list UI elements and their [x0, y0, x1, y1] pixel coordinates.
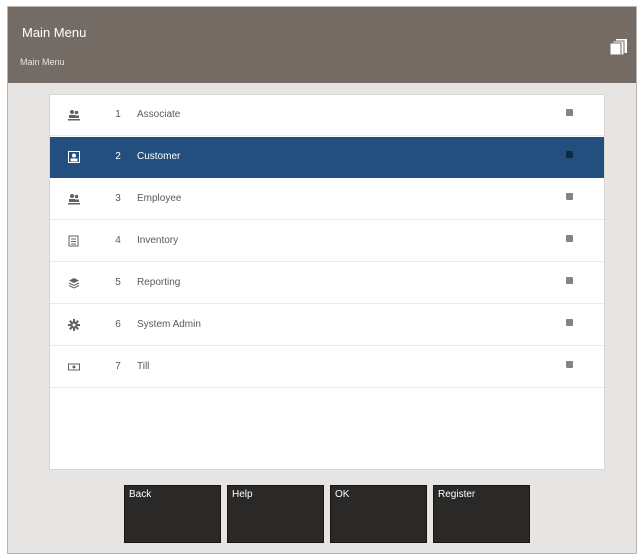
- menu-item-label: Associate: [137, 109, 181, 120]
- breadcrumb: Main Menu: [20, 57, 65, 67]
- menu-item-number: 7: [115, 361, 121, 372]
- menu-item-till[interactable]: 7 Till: [50, 347, 604, 388]
- cash-drawer-icon: [68, 361, 80, 373]
- menu-item-indicator: [566, 151, 573, 158]
- action-button-bar: Back Help OK Register: [124, 485, 530, 543]
- header-bar: Main Menu Main Menu: [8, 7, 636, 83]
- menu-item-label: Inventory: [137, 235, 179, 246]
- menu-item-number: 3: [115, 193, 121, 204]
- menu-item-inventory[interactable]: 4 Inventory: [50, 221, 604, 262]
- menu-item-customer[interactable]: 2 Customer: [50, 137, 604, 178]
- menu-item-label: Employee: [137, 193, 182, 204]
- menu-item-label: Reporting: [137, 277, 181, 288]
- gear-icon: [68, 319, 80, 331]
- menu-item-indicator: [566, 109, 573, 116]
- stack-layers-icon: [68, 277, 80, 289]
- menu-item-label: System Admin: [137, 319, 201, 330]
- menu-item-system-admin[interactable]: 6 System Admin: [50, 305, 604, 346]
- people-icon: [68, 193, 80, 205]
- menu-item-indicator: [566, 277, 573, 284]
- customer-card-icon: [68, 151, 80, 163]
- page-title: Main Menu: [22, 25, 87, 40]
- menu-list-panel: 1 Associate 2 Customer 3 Employee 4 Inve…: [49, 94, 605, 470]
- menu-item-indicator: [566, 361, 573, 368]
- ok-button[interactable]: OK: [330, 485, 427, 543]
- stacked-windows-icon[interactable]: [609, 38, 629, 56]
- help-button[interactable]: Help: [227, 485, 324, 543]
- back-button[interactable]: Back: [124, 485, 221, 543]
- menu-item-number: 5: [115, 277, 121, 288]
- menu-item-number: 6: [115, 319, 121, 330]
- menu-item-employee[interactable]: 3 Employee: [50, 179, 604, 220]
- register-button[interactable]: Register: [433, 485, 530, 543]
- main-menu-window: Main Menu Main Menu 1 Associate 2 Custom…: [7, 6, 637, 554]
- menu-item-label: Till: [137, 361, 150, 372]
- menu-item-indicator: [566, 235, 573, 242]
- menu-item-number: 4: [115, 235, 121, 246]
- menu-item-number: 2: [115, 151, 121, 162]
- people-icon: [68, 109, 80, 121]
- menu-item-indicator: [566, 193, 573, 200]
- menu-item-reporting[interactable]: 5 Reporting: [50, 263, 604, 304]
- menu-item-label: Customer: [137, 151, 181, 162]
- menu-item-associate[interactable]: 1 Associate: [50, 95, 604, 136]
- inventory-icon: [68, 235, 80, 247]
- menu-item-number: 1: [115, 109, 121, 120]
- menu-item-indicator: [566, 319, 573, 326]
